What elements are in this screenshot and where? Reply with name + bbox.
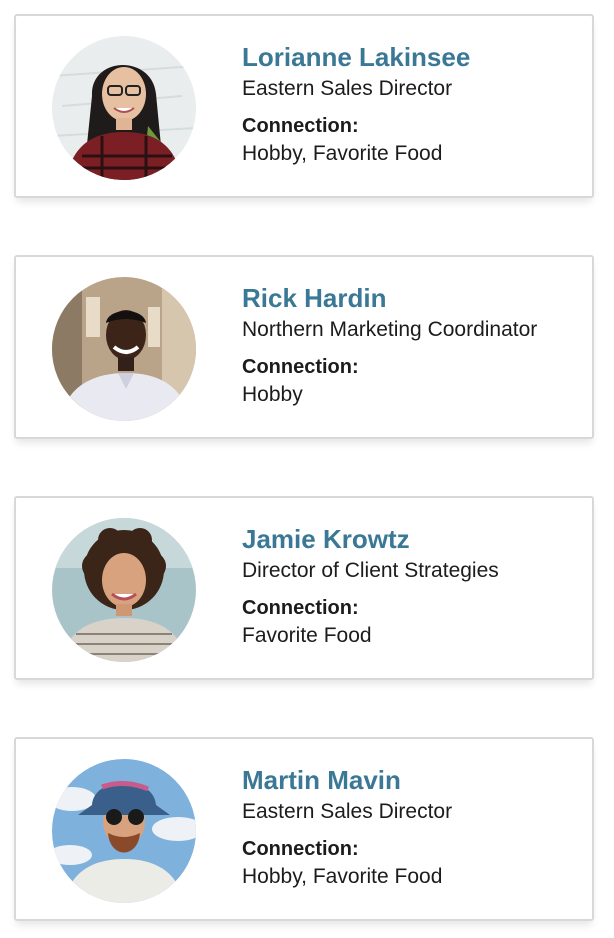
avatar xyxy=(52,36,196,180)
contact-name[interactable]: Rick Hardin xyxy=(242,281,582,315)
contact-title: Eastern Sales Director xyxy=(242,800,453,823)
connection-label: Connection: xyxy=(242,597,359,619)
connection-label: Connection: xyxy=(242,838,359,860)
person-photo-icon xyxy=(52,518,196,662)
contact-card[interactable]: Jamie Krowtz Director of Client Strategi… xyxy=(14,496,594,680)
contact-name[interactable]: Jamie Krowtz xyxy=(242,522,582,556)
contact-title: Eastern Sales Director xyxy=(242,77,453,100)
person-photo-icon xyxy=(52,277,196,421)
connection-value: Hobby, Favorite Food xyxy=(242,865,443,888)
contact-name[interactable]: Lorianne Lakinsee xyxy=(242,40,582,74)
avatar xyxy=(52,759,196,903)
connection-value: Favorite Food xyxy=(242,624,372,647)
person-photo-icon xyxy=(52,36,196,180)
contact-card[interactable]: Rick Hardin Northern Marketing Coordinat… xyxy=(14,255,594,439)
contact-name[interactable]: Martin Mavin xyxy=(242,763,582,797)
connection-value: Hobby xyxy=(242,383,303,406)
avatar xyxy=(52,518,196,662)
contact-title: Director of Client Strategies xyxy=(242,559,499,582)
contact-card[interactable]: Lorianne Lakinsee Eastern Sales Director… xyxy=(14,14,594,198)
contact-card[interactable]: Martin Mavin Eastern Sales Director Conn… xyxy=(14,737,594,921)
person-photo-icon xyxy=(52,759,196,903)
avatar xyxy=(52,277,196,421)
contact-title: Northern Marketing Coordinator xyxy=(242,318,538,341)
connection-label: Connection: xyxy=(242,356,359,378)
connection-value: Hobby, Favorite Food xyxy=(242,142,443,165)
connection-label: Connection: xyxy=(242,115,359,137)
